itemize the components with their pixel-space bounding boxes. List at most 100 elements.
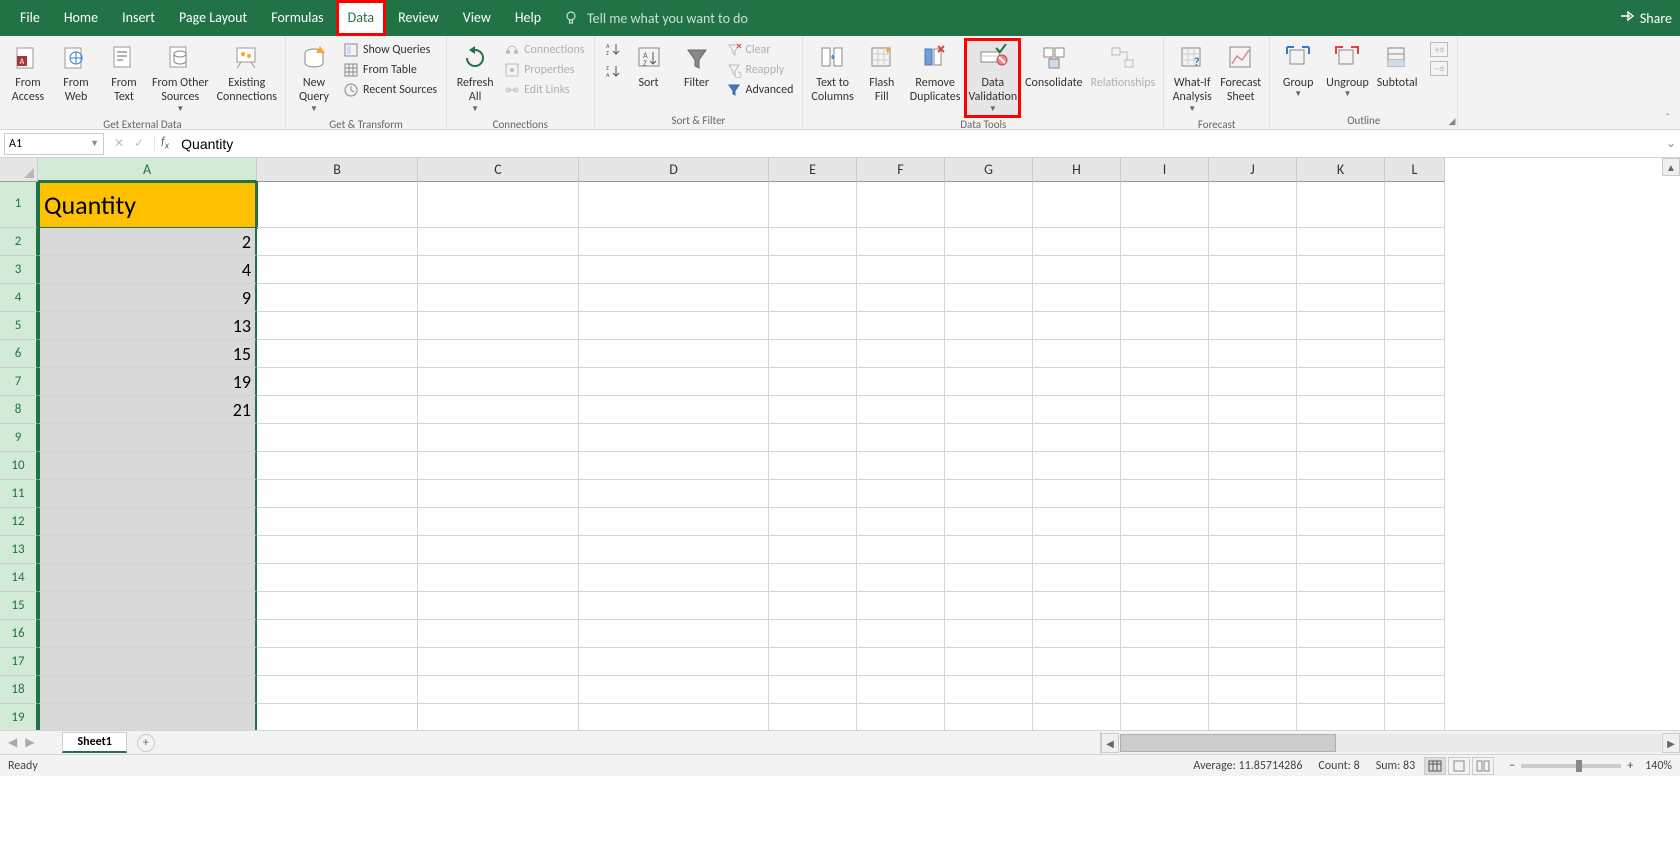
cell-C3[interactable]	[418, 256, 579, 284]
cell-K9[interactable]	[1297, 424, 1385, 452]
cell-L11[interactable]	[1385, 480, 1445, 508]
cell-E11[interactable]	[769, 480, 857, 508]
cell-E3[interactable]	[769, 256, 857, 284]
cell-K18[interactable]	[1297, 676, 1385, 704]
cell-F12[interactable]	[857, 508, 945, 536]
cell-H4[interactable]	[1033, 284, 1121, 312]
cell-K10[interactable]	[1297, 452, 1385, 480]
cell-H13[interactable]	[1033, 536, 1121, 564]
cell-E16[interactable]	[769, 620, 857, 648]
cell-B2[interactable]	[257, 228, 418, 256]
cell-H14[interactable]	[1033, 564, 1121, 592]
cell-B9[interactable]	[257, 424, 418, 452]
tab-insert[interactable]: Insert	[110, 0, 167, 36]
cell-D6[interactable]	[579, 340, 769, 368]
cell-L14[interactable]	[1385, 564, 1445, 592]
cell-I12[interactable]	[1121, 508, 1209, 536]
cell-A3[interactable]: 4	[38, 256, 257, 284]
column-header-I[interactable]: I	[1121, 158, 1209, 182]
cell-G5[interactable]	[945, 312, 1033, 340]
cell-E9[interactable]	[769, 424, 857, 452]
tab-help[interactable]: Help	[503, 0, 553, 36]
cell-C18[interactable]	[418, 676, 579, 704]
cell-H6[interactable]	[1033, 340, 1121, 368]
tab-page-layout[interactable]: Page Layout	[167, 0, 259, 36]
cell-G13[interactable]	[945, 536, 1033, 564]
cell-C6[interactable]	[418, 340, 579, 368]
properties-button[interactable]: Properties	[501, 60, 587, 80]
cell-L2[interactable]	[1385, 228, 1445, 256]
row-header-18[interactable]: 18	[0, 676, 38, 704]
cell-C9[interactable]	[418, 424, 579, 452]
cell-H15[interactable]	[1033, 592, 1121, 620]
share-button[interactable]: Share	[1618, 10, 1672, 27]
cell-C17[interactable]	[418, 648, 579, 676]
column-header-A[interactable]: A	[38, 158, 257, 182]
connections-button[interactable]: Connections	[501, 40, 587, 60]
cell-D13[interactable]	[579, 536, 769, 564]
cell-A1[interactable]: Quantity	[38, 182, 257, 228]
column-header-C[interactable]: C	[418, 158, 579, 182]
cell-B16[interactable]	[257, 620, 418, 648]
text-to-columns-button[interactable]: Text to Columns	[809, 40, 855, 107]
cell-G16[interactable]	[945, 620, 1033, 648]
column-header-G[interactable]: G	[945, 158, 1033, 182]
cell-E17[interactable]	[769, 648, 857, 676]
scroll-track[interactable]	[1120, 734, 1661, 752]
cell-F11[interactable]	[857, 480, 945, 508]
cell-H7[interactable]	[1033, 368, 1121, 396]
cell-K3[interactable]	[1297, 256, 1385, 284]
tab-review[interactable]: Review	[386, 0, 451, 36]
cell-J2[interactable]	[1209, 228, 1297, 256]
row-header-16[interactable]: 16	[0, 620, 38, 648]
zoom-in-button[interactable]: +	[1623, 759, 1637, 773]
group-button[interactable]: Group ▼	[1276, 40, 1320, 102]
cell-G17[interactable]	[945, 648, 1033, 676]
cell-I6[interactable]	[1121, 340, 1209, 368]
cell-D10[interactable]	[579, 452, 769, 480]
cell-K15[interactable]	[1297, 592, 1385, 620]
cell-F15[interactable]	[857, 592, 945, 620]
cell-G14[interactable]	[945, 564, 1033, 592]
show-queries-button[interactable]: Show Queries	[340, 40, 440, 60]
column-header-L[interactable]: L	[1385, 158, 1445, 182]
view-normal-button[interactable]	[1424, 757, 1446, 775]
cell-E15[interactable]	[769, 592, 857, 620]
cell-L16[interactable]	[1385, 620, 1445, 648]
cell-F17[interactable]	[857, 648, 945, 676]
enter-formula-icon[interactable]: ✓	[134, 136, 144, 151]
expand-formula-bar-button[interactable]: ⌄	[1662, 136, 1680, 151]
cell-A13[interactable]	[38, 536, 257, 564]
from-text-button[interactable]: From Text	[102, 40, 146, 107]
sort-button[interactable]: AZ Sort	[627, 40, 671, 92]
cell-B18[interactable]	[257, 676, 418, 704]
cell-L13[interactable]	[1385, 536, 1445, 564]
cell-E12[interactable]	[769, 508, 857, 536]
cell-E1[interactable]	[769, 182, 857, 228]
cell-D2[interactable]	[579, 228, 769, 256]
cell-F1[interactable]	[857, 182, 945, 228]
chevron-down-icon[interactable]: ▼	[90, 138, 99, 149]
cell-E18[interactable]	[769, 676, 857, 704]
cell-A9[interactable]	[38, 424, 257, 452]
cell-A12[interactable]	[38, 508, 257, 536]
cell-H12[interactable]	[1033, 508, 1121, 536]
cell-A7[interactable]: 19	[38, 368, 257, 396]
cell-J7[interactable]	[1209, 368, 1297, 396]
cell-B17[interactable]	[257, 648, 418, 676]
advanced-filter-button[interactable]: Advanced	[723, 80, 797, 100]
clear-filter-button[interactable]: Clear	[723, 40, 797, 60]
column-header-B[interactable]: B	[257, 158, 418, 182]
view-page-layout-button[interactable]	[1448, 757, 1470, 775]
cell-K5[interactable]	[1297, 312, 1385, 340]
cell-H19[interactable]	[1033, 704, 1121, 730]
cell-K8[interactable]	[1297, 396, 1385, 424]
cell-J17[interactable]	[1209, 648, 1297, 676]
cell-C13[interactable]	[418, 536, 579, 564]
row-header-7[interactable]: 7	[0, 368, 38, 396]
cell-I9[interactable]	[1121, 424, 1209, 452]
column-header-J[interactable]: J	[1209, 158, 1297, 182]
consolidate-button[interactable]: Consolidate	[1023, 40, 1084, 92]
cell-E2[interactable]	[769, 228, 857, 256]
cell-F3[interactable]	[857, 256, 945, 284]
